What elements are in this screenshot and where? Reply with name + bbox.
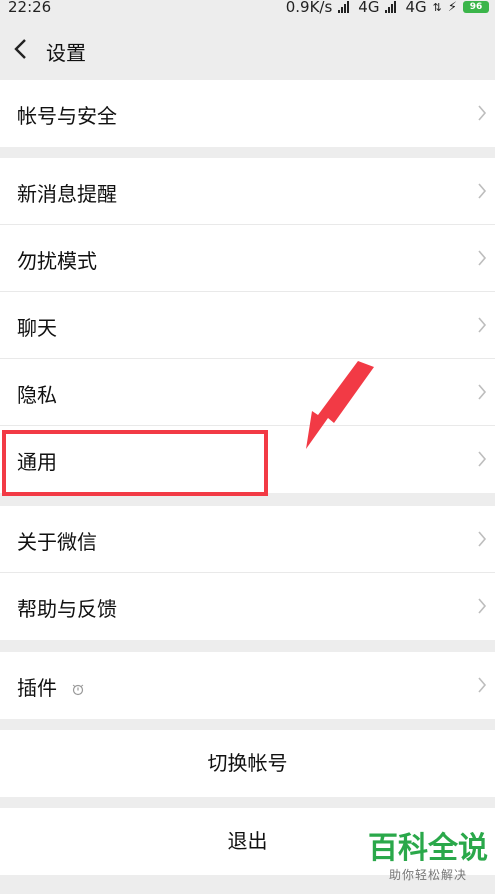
chevron-right-icon [478, 105, 487, 121]
settings-item-about[interactable]: 关于微信 [0, 506, 495, 573]
signal-icon [338, 1, 352, 13]
chevron-right-icon [478, 677, 487, 693]
settings-item-privacy[interactable]: 隐私 [0, 359, 495, 426]
data-transfer-icon: ⇅ [432, 0, 442, 14]
signal-icon [385, 1, 399, 13]
chevron-right-icon [478, 317, 487, 333]
plugins-label: 插件 [17, 676, 57, 700]
settings-item-do-not-disturb[interactable]: 勿扰模式 [0, 225, 495, 292]
chevron-right-icon [478, 183, 487, 199]
battery-icon: 96 [463, 1, 489, 13]
alert-icon [73, 684, 84, 695]
status-time: 22:26 [8, 0, 52, 16]
chevron-right-icon [478, 598, 487, 614]
settings-item-help-feedback[interactable]: 帮助与反馈 [0, 573, 495, 640]
settings-item-label: 插件 [17, 672, 85, 701]
account-group: 帐号与安全 [0, 80, 495, 147]
plugins-group: 插件 [0, 652, 495, 719]
chevron-right-icon [478, 451, 487, 467]
settings-item-label: 帮助与反馈 [17, 597, 117, 621]
switch-account-group: 切换帐号 [0, 730, 495, 797]
settings-item-label: 勿扰模式 [17, 249, 97, 273]
status-right: 0.9K/s 4G 4G ⇅ ⚡ 96 [286, 0, 489, 16]
settings-item-label: 聊天 [17, 316, 57, 340]
chevron-right-icon [478, 531, 487, 547]
network-speed: 0.9K/s [285, 0, 333, 16]
network-type-2: 4G [405, 0, 427, 16]
settings-header: 设置 [0, 18, 495, 80]
settings-item-label: 新消息提醒 [17, 182, 117, 206]
chevron-right-icon [478, 250, 487, 266]
back-icon[interactable] [12, 38, 30, 60]
watermark-logo: 百科全说 助你轻松解决 [368, 832, 488, 883]
settings-item-chat[interactable]: 聊天 [0, 292, 495, 359]
settings-item-plugins[interactable]: 插件 [0, 652, 495, 719]
status-bar: 22:26 0.9K/s 4G 4G ⇅ ⚡ 96 [0, 0, 495, 18]
settings-item-new-message[interactable]: 新消息提醒 [0, 158, 495, 225]
settings-item-account-security[interactable]: 帐号与安全 [0, 80, 495, 147]
switch-account-button[interactable]: 切换帐号 [0, 730, 495, 797]
charging-icon: ⚡ [447, 0, 457, 15]
settings-item-label: 帐号与安全 [17, 104, 117, 128]
highlight-box [2, 430, 268, 496]
settings-item-label: 隐私 [17, 383, 57, 407]
chevron-right-icon [478, 384, 487, 400]
settings-item-label: 关于微信 [17, 530, 97, 554]
network-type-1: 4G [358, 0, 380, 16]
watermark-sub-text: 助你轻松解决 [388, 868, 467, 882]
page-title: 设置 [46, 41, 86, 65]
about-group: 关于微信 帮助与反馈 [0, 506, 495, 640]
watermark-main-text: 百科全说 [368, 831, 488, 866]
